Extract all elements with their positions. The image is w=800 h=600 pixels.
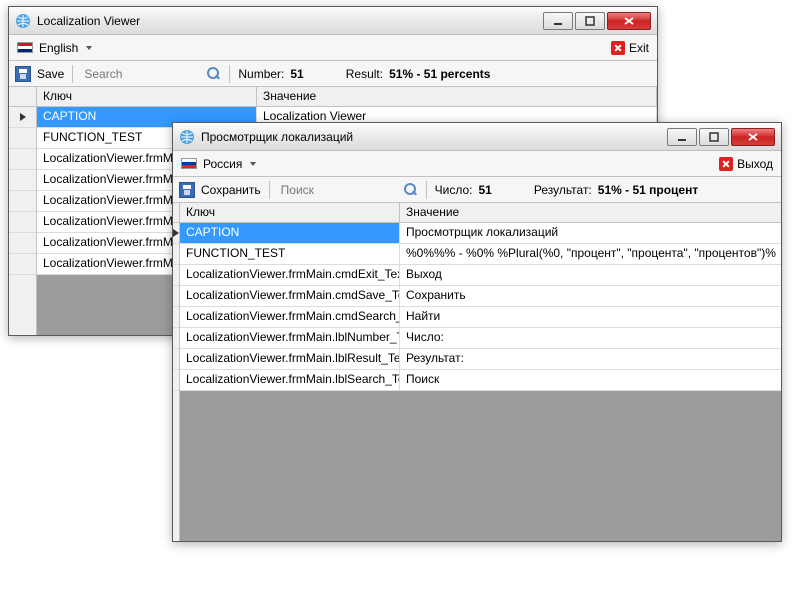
search-box — [278, 180, 418, 200]
result-value: 51% - 51 процент — [598, 183, 698, 197]
number-value: 51 — [479, 183, 492, 197]
row-indicator[interactable] — [173, 265, 179, 286]
table-row[interactable]: LocalizationViewer.frmMain.cmdSave_TextС… — [180, 286, 781, 307]
table-row[interactable]: LocalizationViewer.frmMain.lblNumber_Tex… — [180, 328, 781, 349]
row-indicator[interactable] — [9, 254, 36, 275]
row-indicator[interactable] — [173, 223, 179, 244]
row-indicator[interactable] — [9, 191, 36, 212]
table-row[interactable]: LocalizationViewer.frmMain.lblResult_Tex… — [180, 349, 781, 370]
column-header-value[interactable]: Значение — [257, 87, 657, 106]
row-indicator[interactable] — [173, 328, 179, 349]
chevron-down-icon[interactable] — [250, 162, 256, 166]
row-header-column — [173, 203, 180, 541]
main-toolbar: Сохранить Число: 51 Результат: 51% - 51 … — [173, 177, 781, 203]
close-icon — [719, 157, 733, 171]
column-header-value[interactable]: Значение — [400, 203, 781, 222]
data-grid[interactable]: Ключ Значение CAPTIONПросмотрщик локализ… — [173, 203, 781, 541]
save-icon[interactable] — [15, 66, 31, 82]
language-toolbar: Россия Выход — [173, 151, 781, 177]
column-header-key[interactable]: Ключ — [37, 87, 257, 106]
maximize-button[interactable] — [699, 128, 729, 146]
result-value: 51% - 51 percents — [389, 67, 490, 81]
minimize-button[interactable] — [667, 128, 697, 146]
result-label: Result: — [346, 67, 383, 81]
save-button[interactable]: Save — [37, 67, 64, 81]
window-controls — [543, 12, 651, 30]
row-indicator[interactable] — [9, 128, 36, 149]
search-input[interactable] — [278, 180, 398, 200]
row-indicator[interactable] — [173, 307, 179, 328]
language-selector[interactable]: English — [39, 41, 78, 55]
titlebar[interactable]: Localization Viewer — [9, 7, 657, 35]
search-input[interactable] — [81, 64, 201, 84]
search-icon[interactable] — [404, 183, 418, 197]
chevron-down-icon[interactable] — [86, 46, 92, 50]
table-row[interactable]: CAPTIONПросмотрщик локализаций — [180, 223, 781, 244]
exit-button[interactable]: Exit — [611, 41, 649, 55]
row-indicator[interactable] — [9, 212, 36, 233]
row-indicator[interactable] — [9, 107, 36, 128]
row-header-column — [9, 87, 37, 335]
row-indicator[interactable] — [173, 370, 179, 391]
language-toolbar: English Exit — [9, 35, 657, 61]
row-indicator[interactable] — [9, 149, 36, 170]
close-button[interactable] — [607, 12, 651, 30]
toolbar-separator — [426, 181, 427, 199]
window-russian: Просмотрщик локализаций Россия Выход Сох… — [172, 122, 782, 542]
column-header-key[interactable]: Ключ — [180, 203, 400, 222]
exit-button[interactable]: Выход — [719, 157, 773, 171]
toolbar-separator — [229, 65, 230, 83]
grid-header: Ключ Значение — [180, 203, 781, 223]
app-icon — [15, 13, 31, 29]
row-indicator[interactable] — [9, 233, 36, 254]
table-row[interactable]: LocalizationViewer.frmMain.lblSearch_Tex… — [180, 370, 781, 391]
window-title: Просмотрщик локализаций — [201, 130, 661, 144]
maximize-button[interactable] — [575, 12, 605, 30]
table-row[interactable]: LocalizationViewer.frmMain.cmdSearch_Tex… — [180, 307, 781, 328]
exit-label: Exit — [629, 41, 649, 55]
table-row[interactable]: LocalizationViewer.frmMain.cmdExit_TextВ… — [180, 265, 781, 286]
row-indicator[interactable] — [173, 286, 179, 307]
language-selector[interactable]: Россия — [203, 157, 242, 171]
window-controls — [667, 128, 775, 146]
exit-label: Выход — [737, 157, 773, 171]
number-value: 51 — [290, 67, 303, 81]
minimize-button[interactable] — [543, 12, 573, 30]
toolbar-separator — [72, 65, 73, 83]
close-button[interactable] — [731, 128, 775, 146]
save-icon[interactable] — [179, 182, 195, 198]
close-icon — [611, 41, 625, 55]
save-button[interactable]: Сохранить — [201, 183, 261, 197]
search-box — [81, 64, 221, 84]
titlebar[interactable]: Просмотрщик локализаций — [173, 123, 781, 151]
row-indicator[interactable] — [9, 170, 36, 191]
main-toolbar: Save Number: 51 Result: 51% - 51 percent… — [9, 61, 657, 87]
app-icon — [179, 129, 195, 145]
toolbar-separator — [269, 181, 270, 199]
number-label: Число: — [435, 183, 473, 197]
row-indicator[interactable] — [173, 244, 179, 265]
grid-header: Ключ Значение — [37, 87, 657, 107]
flag-uk-icon — [17, 42, 33, 53]
result-label: Результат: — [534, 183, 592, 197]
window-title: Localization Viewer — [37, 14, 537, 28]
number-label: Number: — [238, 67, 284, 81]
search-icon[interactable] — [207, 67, 221, 81]
flag-ru-icon — [181, 158, 197, 169]
table-row[interactable]: FUNCTION_TEST%0%%% - %0% %Plural(%0, "пр… — [180, 244, 781, 265]
row-indicator[interactable] — [173, 349, 179, 370]
